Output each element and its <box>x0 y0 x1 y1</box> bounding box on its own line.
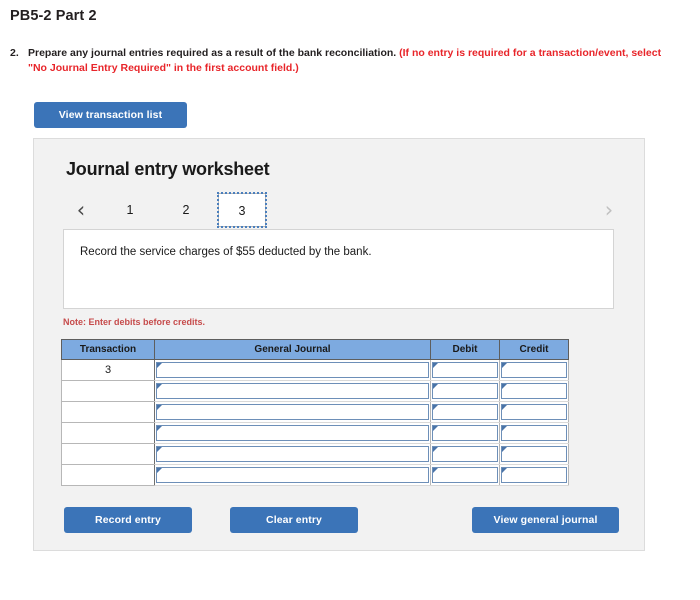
debit-cell[interactable] <box>430 380 500 402</box>
debit-cell[interactable] <box>430 443 500 465</box>
transaction-number-cell <box>61 422 155 444</box>
view-general-journal-button[interactable]: View general journal <box>472 507 619 533</box>
credit-cell[interactable] <box>499 359 569 381</box>
view-transaction-list-button[interactable]: View transaction list <box>34 102 187 128</box>
credit-input[interactable] <box>501 383 567 399</box>
transaction-description-text: Record the service charges of $55 deduct… <box>80 246 372 258</box>
table-row: 3 <box>61 359 569 381</box>
column-header-credit: Credit <box>499 339 569 360</box>
question-text: Prepare any journal entries required as … <box>28 46 670 76</box>
general-journal-input[interactable] <box>156 362 429 378</box>
debit-input[interactable] <box>432 404 498 420</box>
credit-cell[interactable] <box>499 464 569 486</box>
general-journal-input[interactable] <box>156 383 429 399</box>
general-journal-cell[interactable] <box>154 401 431 423</box>
debit-cell[interactable] <box>430 464 500 486</box>
general-journal-input[interactable] <box>156 446 429 462</box>
credit-input[interactable] <box>501 425 567 441</box>
general-journal-input[interactable] <box>156 425 429 441</box>
journal-entry-table: Transaction General Journal Debit Credit… <box>61 339 569 486</box>
table-row <box>61 401 569 423</box>
transaction-description-box: Record the service charges of $55 deduct… <box>63 229 614 309</box>
transaction-number-cell <box>61 401 155 423</box>
debit-input[interactable] <box>432 425 498 441</box>
worksheet-tab-2[interactable]: 2 <box>162 193 210 227</box>
credit-cell[interactable] <box>499 380 569 402</box>
credit-cell[interactable] <box>499 401 569 423</box>
transaction-number-cell <box>61 464 155 486</box>
debit-input[interactable] <box>432 362 498 378</box>
general-journal-input[interactable] <box>156 467 429 483</box>
credit-input[interactable] <box>501 362 567 378</box>
debit-cell[interactable] <box>430 422 500 444</box>
transaction-number-cell <box>61 443 155 465</box>
debit-input[interactable] <box>432 383 498 399</box>
credit-cell[interactable] <box>499 443 569 465</box>
page-title: PB5-2 Part 2 <box>10 8 97 24</box>
general-journal-cell[interactable] <box>154 380 431 402</box>
table-header-row: Transaction General Journal Debit Credit <box>61 339 569 360</box>
worksheet-tab-3[interactable]: 3 <box>217 192 267 228</box>
chevron-left-icon[interactable]: ‹ <box>70 193 92 227</box>
credit-input[interactable] <box>501 404 567 420</box>
table-row <box>61 380 569 402</box>
general-journal-cell[interactable] <box>154 422 431 444</box>
debit-cell[interactable] <box>430 359 500 381</box>
table-row <box>61 422 569 444</box>
table-row <box>61 464 569 486</box>
general-journal-cell[interactable] <box>154 464 431 486</box>
clear-entry-button[interactable]: Clear entry <box>230 507 358 533</box>
transaction-number-cell <box>61 380 155 402</box>
debit-cell[interactable] <box>430 401 500 423</box>
worksheet-tab-1[interactable]: 1 <box>106 193 154 227</box>
general-journal-input[interactable] <box>156 404 429 420</box>
credit-cell[interactable] <box>499 422 569 444</box>
credit-input[interactable] <box>501 467 567 483</box>
question-block: 2. Prepare any journal entries required … <box>10 46 670 76</box>
worksheet-pager: ‹ 1 2 3 › <box>62 192 626 229</box>
question-text-primary: Prepare any journal entries required as … <box>28 47 400 59</box>
worksheet-title: Journal entry worksheet <box>66 159 270 179</box>
column-header-debit: Debit <box>430 339 500 360</box>
column-header-transaction: Transaction <box>61 339 155 360</box>
credit-input[interactable] <box>501 446 567 462</box>
chevron-right-icon[interactable]: › <box>598 193 620 227</box>
debits-before-credits-note: Note: Enter debits before credits. <box>63 317 206 327</box>
general-journal-cell[interactable] <box>154 359 431 381</box>
table-row <box>61 443 569 465</box>
column-header-general-journal: General Journal <box>154 339 431 360</box>
record-entry-button[interactable]: Record entry <box>64 507 192 533</box>
debit-input[interactable] <box>432 467 498 483</box>
general-journal-cell[interactable] <box>154 443 431 465</box>
transaction-number-cell: 3 <box>61 359 155 381</box>
question-number: 2. <box>10 47 19 59</box>
journal-entry-worksheet-panel: Journal entry worksheet ‹ 1 2 3 › Record… <box>33 138 645 551</box>
debit-input[interactable] <box>432 446 498 462</box>
